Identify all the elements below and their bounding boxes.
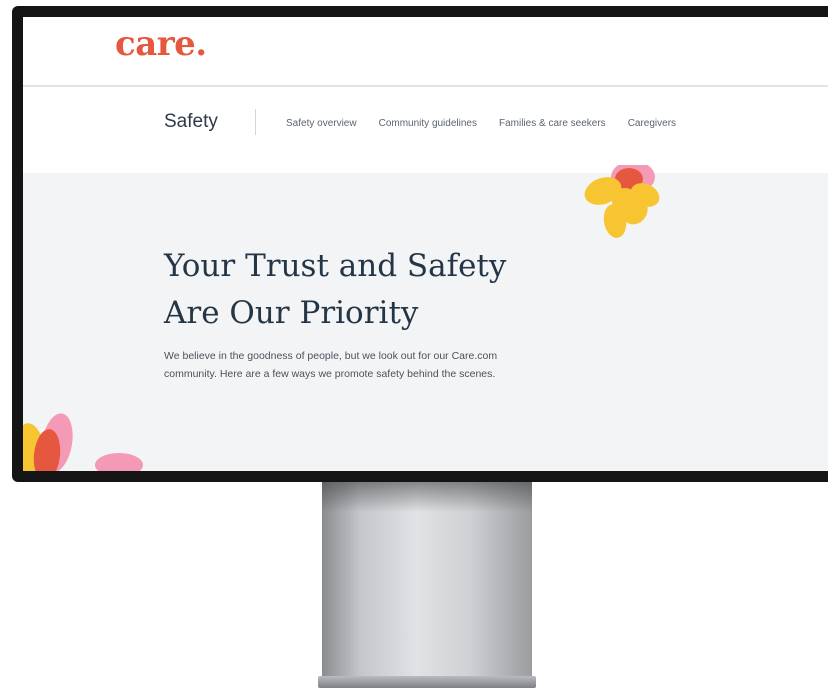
safety-subnav: Safety Safety overview Community guideli… <box>23 87 828 173</box>
monitor-screen: care. Safety Safety overview Community g… <box>23 17 828 471</box>
monitor-stand <box>322 482 532 680</box>
hero-title: Your Trust and Safety Are Our Priority <box>164 243 624 337</box>
hero-section: Your Trust and Safety Are Our Priority W… <box>23 165 828 471</box>
flower-decoration-bottom <box>23 413 143 471</box>
nav-link-caregivers[interactable]: Caregivers <box>628 118 676 129</box>
subnav-divider <box>255 109 256 135</box>
monitor-stand-base <box>318 676 536 688</box>
scene: care. Safety Safety overview Community g… <box>0 0 828 691</box>
hero-title-line2: Are Our Priority <box>164 295 419 331</box>
nav-link-community-guidelines[interactable]: Community guidelines <box>379 118 477 129</box>
site-header: care. <box>23 17 828 87</box>
subnav-links: Safety overview Community guidelines Fam… <box>286 118 676 129</box>
monitor-bezel: care. Safety Safety overview Community g… <box>12 6 828 482</box>
care-logo[interactable]: care. <box>115 27 207 61</box>
flower-decoration-top <box>584 165 660 238</box>
nav-link-families-care-seekers[interactable]: Families & care seekers <box>499 118 606 129</box>
hero-description: We believe in the goodness of people, bu… <box>164 350 498 380</box>
nav-link-safety-overview[interactable]: Safety overview <box>286 118 357 129</box>
hero-title-line1: Your Trust and Safety <box>164 248 507 284</box>
subnav-title[interactable]: Safety <box>164 111 218 133</box>
